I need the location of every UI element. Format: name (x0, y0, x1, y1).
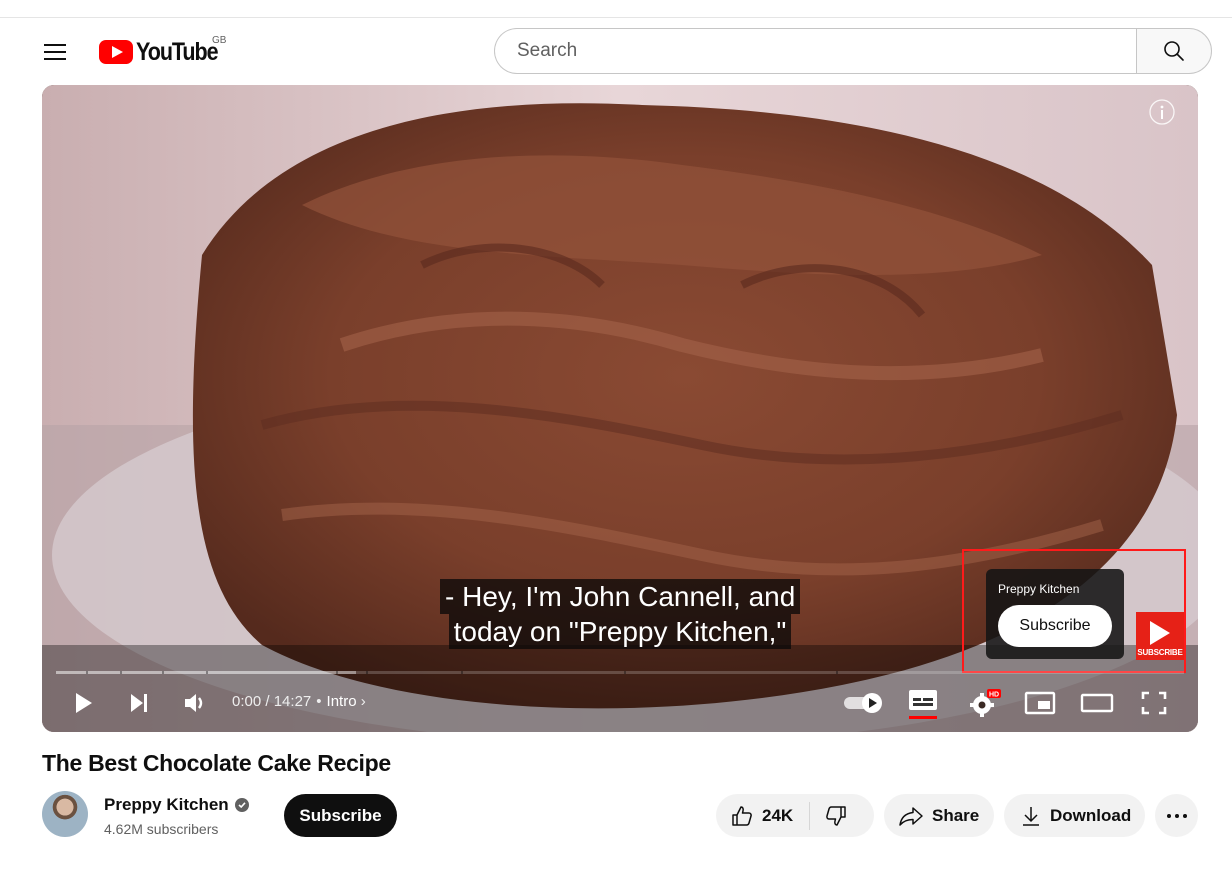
search-box[interactable] (494, 28, 1136, 74)
gear-icon: HD (970, 689, 1001, 717)
verified-badge-icon (234, 798, 249, 812)
thumbs-down-icon (826, 805, 846, 826)
time-total: 14:27 (273, 693, 312, 710)
theater-mode-button[interactable] (1080, 683, 1114, 723)
settings-button[interactable]: HD (968, 683, 1002, 723)
share-label: Share (932, 805, 980, 825)
chapter-marker (366, 671, 368, 674)
search-icon (1164, 41, 1184, 61)
progress-bar[interactable] (56, 671, 1184, 674)
more-horizontal-icon (1166, 813, 1187, 818)
miniplayer-icon (1024, 691, 1056, 715)
chapter-marker (86, 671, 88, 674)
chapter-marker (624, 671, 626, 674)
chapter-marker (162, 671, 164, 674)
download-icon (1023, 806, 1039, 826)
search-button[interactable] (1136, 28, 1212, 74)
thumbs-up-icon (732, 805, 752, 826)
captions-button[interactable] (908, 683, 938, 723)
download-label: Download (1050, 805, 1132, 825)
volume-icon (185, 694, 203, 712)
video-player[interactable]: - Hey, I'm John Cannell, and today on "P… (42, 85, 1198, 732)
youtube-play-icon (99, 40, 133, 64)
captions: - Hey, I'm John Cannell, and today on "P… (440, 579, 801, 649)
like-button[interactable]: 24K (716, 801, 811, 830)
time-display: 0:00 / 14:27 • Intro › (232, 693, 366, 710)
menu-icon[interactable] (40, 36, 72, 68)
caption-line-1: - Hey, I'm John Cannell, and (440, 579, 801, 614)
subscriber-count: 4.62M subscribers (104, 821, 219, 837)
play-button[interactable] (70, 683, 96, 723)
autoplay-toggle[interactable] (842, 683, 886, 723)
channel-avatar[interactable] (42, 791, 88, 837)
watermark-play-icon (1150, 621, 1170, 645)
more-actions-button[interactable] (1155, 794, 1198, 837)
channel-name: Preppy Kitchen (104, 795, 229, 814)
caption-line-2: today on "Preppy Kitchen," (448, 614, 792, 649)
search-input[interactable] (515, 39, 1136, 63)
skip-next-icon (131, 694, 147, 712)
chapter-marker (836, 671, 838, 674)
country-code: GB (212, 35, 227, 46)
endscreen-channel-name: Preppy Kitchen (998, 582, 1080, 596)
chapter-marker (461, 671, 463, 674)
mute-button[interactable] (182, 683, 210, 723)
subtitles-icon (909, 690, 937, 719)
watermark-label: SUBSCRIBE (1137, 648, 1183, 657)
chapter-marker (120, 671, 122, 674)
next-button[interactable] (126, 683, 152, 723)
player-controls: 0:00 / 14:27 • Intro › HD (42, 683, 1198, 727)
fullscreen-button[interactable] (1140, 683, 1168, 723)
hd-badge: HD (989, 692, 999, 699)
play-icon (76, 693, 92, 713)
channel-name-link[interactable]: Preppy Kitchen (104, 795, 249, 815)
endscreen-subscribe-button[interactable]: Subscribe (998, 605, 1112, 647)
endscreen-subscribe-card: Preppy Kitchen Subscribe (986, 569, 1124, 659)
share-icon (899, 806, 923, 826)
top-divider (0, 17, 1232, 18)
chapter-marker (206, 671, 208, 674)
autoplay-toggle-icon (844, 693, 882, 713)
like-count: 24K (762, 805, 794, 825)
chapter-title[interactable]: Intro (327, 693, 357, 710)
theater-mode-icon (1080, 693, 1114, 713)
youtube-logo[interactable]: YouTube GB (99, 35, 231, 66)
like-dislike-bar: 24K (716, 794, 874, 837)
dislike-button[interactable] (810, 794, 848, 837)
fullscreen-icon (1141, 691, 1167, 715)
info-icon[interactable] (1149, 99, 1175, 125)
miniplayer-button[interactable] (1024, 683, 1056, 723)
logo-wordmark: YouTube (136, 37, 219, 66)
video-title: The Best Chocolate Cake Recipe (42, 750, 391, 776)
time-current: 0:00 (232, 693, 262, 710)
download-button[interactable]: Download (1004, 794, 1145, 837)
subscribe-button[interactable]: Subscribe (284, 794, 397, 837)
share-button[interactable]: Share (884, 794, 994, 837)
chapter-marker (336, 671, 338, 674)
subscribe-watermark[interactable]: SUBSCRIBE (1136, 612, 1184, 660)
